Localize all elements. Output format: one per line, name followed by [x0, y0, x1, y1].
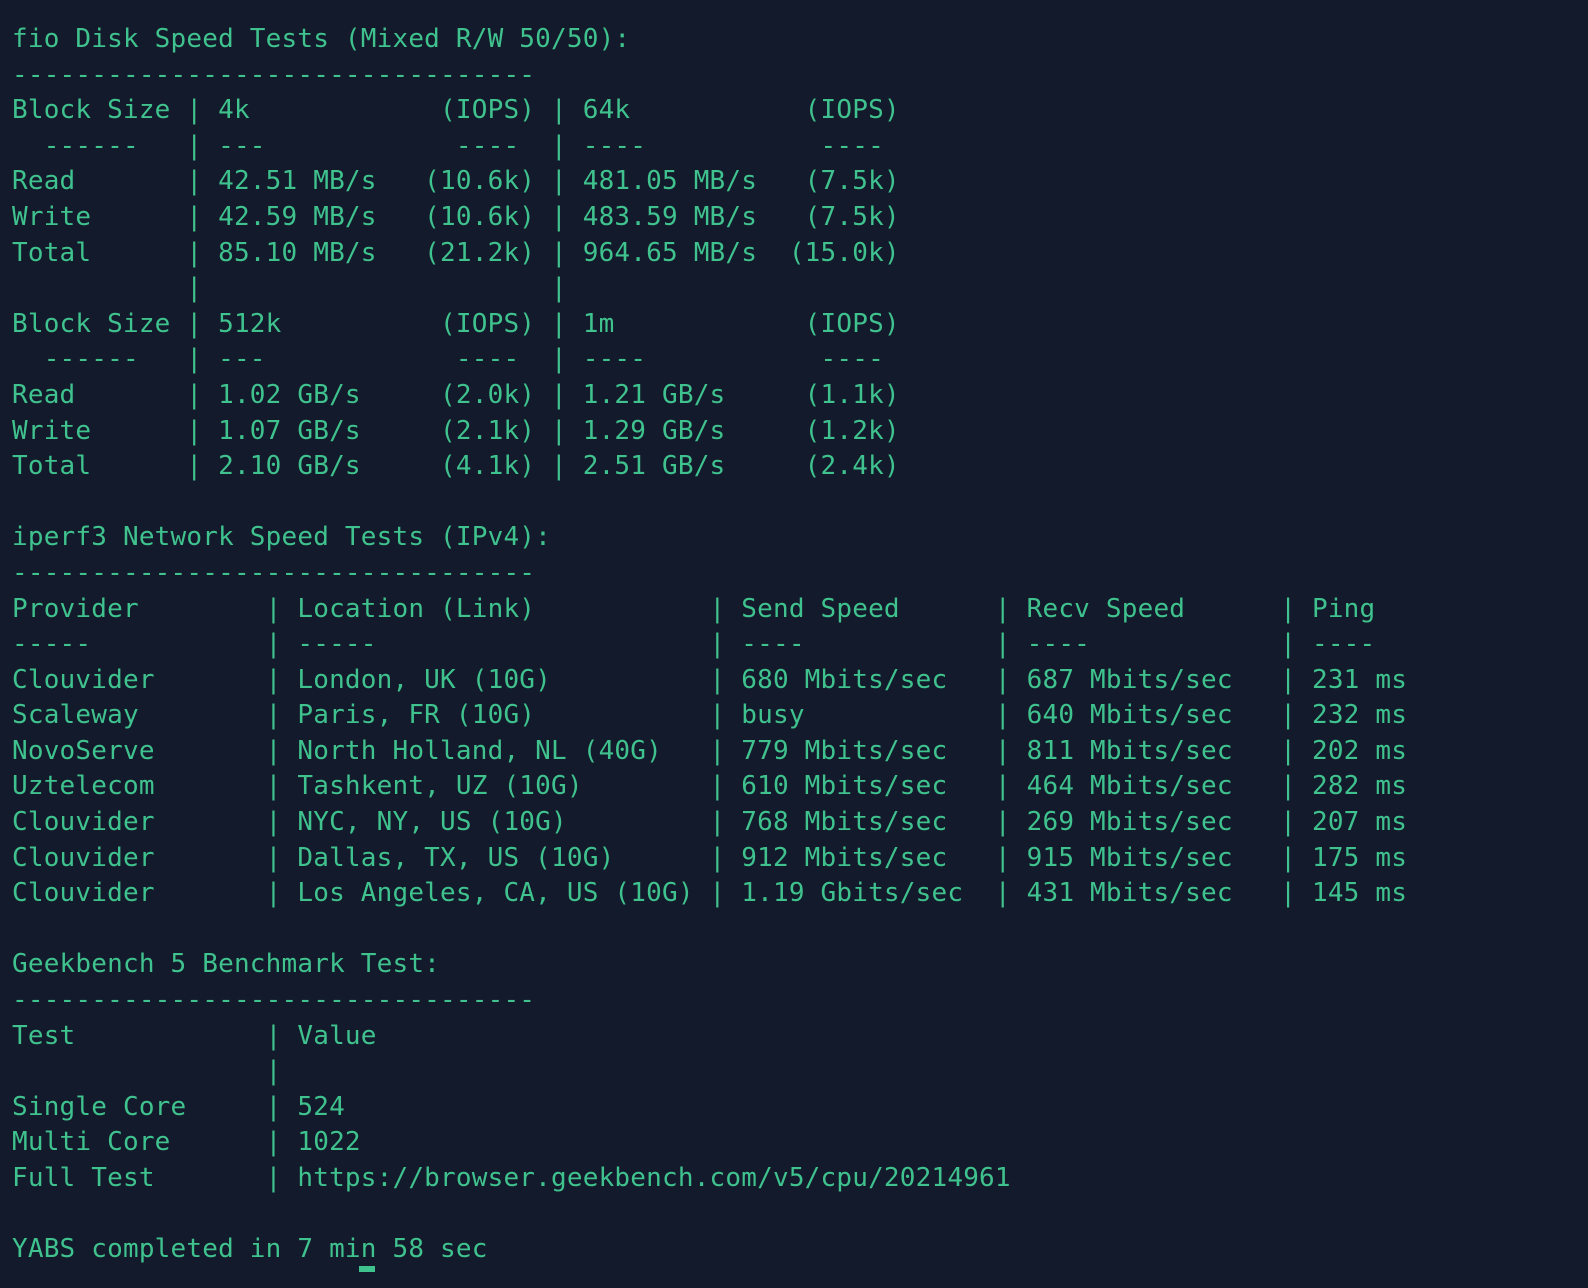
terminal-output: fio Disk Speed Tests (Mixed R/W 50/50): …: [12, 22, 1588, 1268]
terminal-cursor: [359, 1266, 375, 1272]
fio-header-row: Block Size | 4k (IOPS) | 64k (IOPS): [12, 95, 900, 126]
fio-row-total: Total | 85.10 MB/s (21.2k) | 964.65 MB/s…: [12, 237, 900, 268]
fio-title: fio Disk Speed Tests (Mixed R/W 50/50):: [12, 24, 631, 54]
geekbench-row-multi-core: Multi Core | 1022: [12, 1127, 361, 1158]
geekbench-row-single-core: Single Core | 524: [12, 1091, 345, 1122]
geekbench-spacer-row: |: [12, 1056, 282, 1087]
fio-separator: ---------------------------------: [12, 59, 536, 90]
iperf-row: Clouvider | London, UK (10G) | 680 Mbits…: [12, 664, 1408, 695]
fio-header-rule: ------ | --- ---- | ---- ----: [12, 130, 884, 161]
fio-row-write: Write | 42.59 MB/s (10.6k) | 483.59 MB/s…: [12, 201, 900, 232]
yabs-completion-message: YABS completed in 7 min 58 sec: [12, 1234, 488, 1265]
iperf-row: Uztelecom | Tashkent, UZ (10G) | 610 Mbi…: [12, 771, 1408, 802]
iperf-separator: ---------------------------------: [12, 557, 536, 588]
fio-header-rule: ------ | --- ---- | ---- ----: [12, 344, 884, 375]
iperf-row: Clouvider | NYC, NY, US (10G) | 768 Mbit…: [12, 807, 1408, 838]
iperf-header-row: Provider | Location (Link) | Send Speed …: [12, 593, 1376, 624]
fio-row-read: Read | 42.51 MB/s (10.6k) | 481.05 MB/s …: [12, 166, 900, 197]
geekbench-row-full-test: Full Test | https://browser.geekbench.co…: [12, 1163, 1011, 1193]
fio-header-row: Block Size | 512k (IOPS) | 1m (IOPS): [12, 308, 900, 339]
iperf-row: Scaleway | Paris, FR (10G) | busy | 640 …: [12, 700, 1408, 731]
fio-row-write: Write | 1.07 GB/s (2.1k) | 1.29 GB/s (1.…: [12, 415, 900, 446]
terminal-window[interactable]: fio Disk Speed Tests (Mixed R/W 50/50): …: [0, 0, 1588, 1288]
iperf-row: Clouvider | Dallas, TX, US (10G) | 912 M…: [12, 842, 1408, 873]
geekbench-separator: ---------------------------------: [12, 985, 536, 1016]
fio-spacer-row: | |: [12, 273, 567, 304]
fio-row-total: Total | 2.10 GB/s (4.1k) | 2.51 GB/s (2.…: [12, 451, 900, 482]
iperf-title: iperf3 Network Speed Tests (IPv4):: [12, 522, 552, 553]
iperf-header-rule: ----- | ----- | ---- | ---- | ----: [12, 629, 1376, 660]
iperf-row: Clouvider | Los Angeles, CA, US (10G) | …: [12, 878, 1408, 909]
iperf-row: NovoServe | North Holland, NL (40G) | 77…: [12, 735, 1408, 766]
geekbench-header-row: Test | Value: [12, 1020, 377, 1051]
geekbench-title: Geekbench 5 Benchmark Test:: [12, 949, 441, 980]
fio-row-read: Read | 1.02 GB/s (2.0k) | 1.21 GB/s (1.1…: [12, 379, 900, 410]
